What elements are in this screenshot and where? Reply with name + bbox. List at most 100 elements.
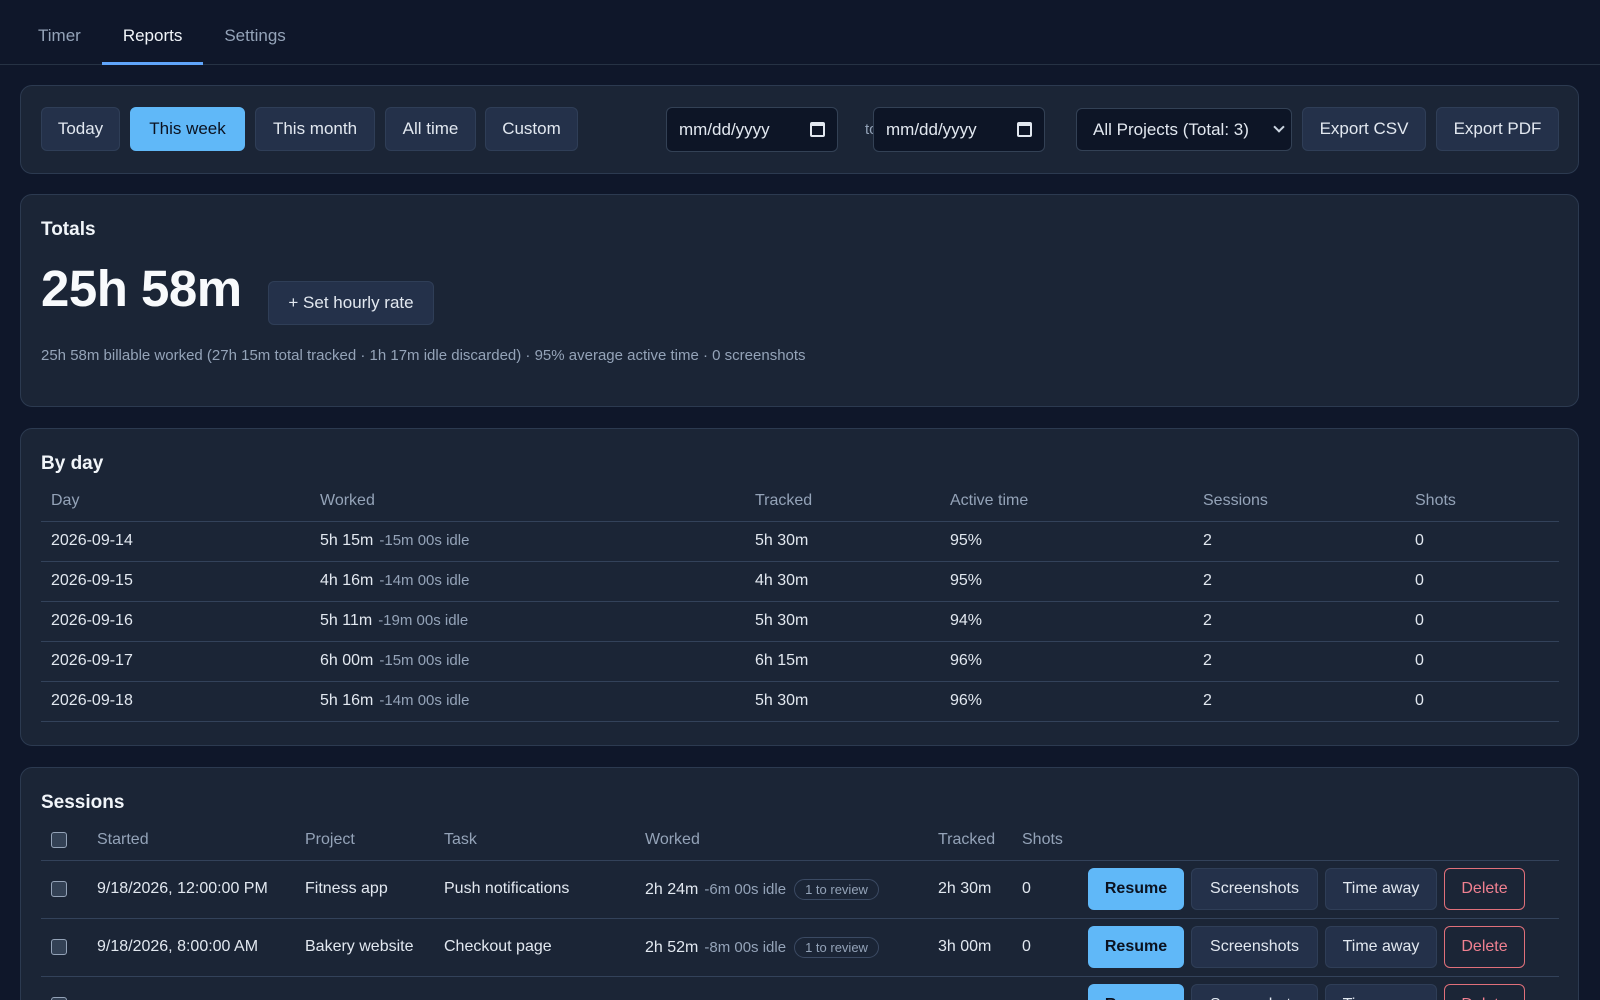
worked-cell: 6h 00m -15m 00s idle — [310, 641, 745, 682]
tab-timer[interactable]: Timer — [17, 21, 102, 65]
idle-value: -15m 00s idle — [379, 532, 470, 549]
actions-cell: ResumeScreenshotsTime awayDelete — [1078, 918, 1559, 977]
row-checkbox[interactable] — [51, 938, 67, 955]
shots-cell: 0 — [1405, 681, 1559, 722]
tracked-cell: 5h 30m — [745, 681, 940, 722]
project-select-value: All Projects (Total: 3) — [1093, 119, 1249, 139]
table-row: 2026-09-15 4h 16m -14m 00s idle 4h 30m 95… — [41, 561, 1559, 602]
column-header-tracked[interactable]: Tracked — [928, 820, 1012, 861]
total-time: 25h 58m — [41, 260, 242, 317]
column-header-active-time[interactable]: Active time — [940, 481, 1193, 522]
review-badge[interactable]: 1 to review — [794, 936, 879, 958]
range-this-week-button[interactable]: This week — [130, 107, 245, 151]
sessions-cell: 2 — [1193, 521, 1405, 562]
totals-summary: 25h 58m billable worked (27h 15m total t… — [41, 347, 806, 364]
filter-bar: Today This week This month All time Cust… — [20, 85, 1579, 174]
screenshots-button[interactable]: Screenshots — [1191, 868, 1318, 910]
sessions-cell: 2 — [1193, 641, 1405, 682]
table-row: 2026-09-14 5h 15m -15m 00s idle 5h 30m 95… — [41, 521, 1559, 562]
range-all-time-button[interactable]: All time — [385, 107, 476, 151]
worked-cell: 5h 16m -14m 00s idle — [310, 681, 745, 722]
project-select[interactable]: All Projects (Total: 3) — [1076, 108, 1292, 151]
column-header-task[interactable]: Task — [434, 820, 635, 861]
by-day-card: By day Day Worked Tracked Active time Se… — [20, 428, 1579, 746]
tracked-cell: 5h 30m — [745, 521, 940, 562]
idle-value: -8m 00s idle — [704, 938, 787, 956]
screenshots-button[interactable]: Screenshots — [1191, 926, 1318, 968]
export-pdf-button[interactable]: Export PDF — [1436, 107, 1559, 151]
tracked-cell: 5h 30m — [745, 601, 940, 642]
time-away-button[interactable]: Time away — [1325, 868, 1437, 910]
sessions-cell: 2 — [1193, 681, 1405, 722]
time-away-button[interactable]: Time away — [1325, 984, 1437, 1000]
top-nav: Timer Reports Settings — [0, 0, 1600, 65]
select-all-checkbox[interactable] — [51, 831, 67, 848]
day-cell: 2026-09-15 — [41, 561, 310, 602]
totals-card: Totals 25h 58m + Set hourly rate 25h 58m… — [20, 194, 1579, 407]
shots-cell: 0 — [1012, 860, 1078, 919]
active-time-cell: 95% — [940, 561, 1193, 602]
delete-button[interactable]: Delete — [1444, 868, 1525, 910]
shots-cell: 0 — [1012, 918, 1078, 977]
tracked-cell: 2h 30m — [928, 860, 1012, 919]
table-row-partial: Resume Screenshots Time away Delete — [41, 976, 1559, 1000]
actions-cell: ResumeScreenshotsTime awayDelete — [1078, 860, 1559, 919]
worked-value: 2h 52m — [645, 938, 699, 956]
tab-reports[interactable]: Reports — [101, 21, 204, 65]
totals-title: Totals — [41, 219, 96, 240]
table-row: 2026-09-17 6h 00m -15m 00s idle 6h 15m 96… — [41, 641, 1559, 682]
column-header-project[interactable]: Project — [295, 820, 434, 861]
calendar-icon[interactable] — [1017, 122, 1032, 137]
by-day-title: By day — [41, 453, 104, 474]
worked-value: 6h 00m — [320, 652, 374, 669]
to-date-input[interactable]: mm/dd/yyyy — [873, 107, 1045, 152]
select-all-cell — [41, 820, 87, 861]
active-time-cell: 96% — [940, 681, 1193, 722]
table-row: 9/18/2026, 8:00:00 AM Bakery website Che… — [41, 918, 1559, 977]
column-header-day[interactable]: Day — [41, 481, 310, 522]
delete-button[interactable]: Delete — [1444, 926, 1525, 968]
tracked-cell: 6h 15m — [745, 641, 940, 682]
to-date-placeholder: mm/dd/yyyy — [886, 119, 977, 139]
column-header-started[interactable]: Started — [87, 820, 295, 861]
project-cell — [295, 976, 434, 1000]
delete-button[interactable]: Delete — [1444, 984, 1525, 1000]
tracked-cell: 3h 00m — [928, 918, 1012, 977]
worked-value: 4h 16m — [320, 572, 374, 589]
resume-button[interactable]: Resume — [1088, 868, 1184, 910]
active-time-cell: 94% — [940, 601, 1193, 642]
shots-cell — [1012, 976, 1078, 1000]
tracked-cell — [928, 976, 1012, 1000]
set-hourly-rate-button[interactable]: + Set hourly rate — [268, 281, 434, 325]
export-csv-button[interactable]: Export CSV — [1302, 107, 1426, 151]
calendar-icon[interactable] — [810, 122, 825, 137]
column-header-worked[interactable]: Worked — [310, 481, 745, 522]
idle-value: -14m 00s idle — [379, 692, 470, 709]
range-custom-button[interactable]: Custom — [485, 107, 578, 151]
screenshots-button[interactable]: Screenshots — [1191, 984, 1318, 1000]
active-time-cell: 95% — [940, 521, 1193, 562]
column-header-actions — [1078, 820, 1559, 861]
row-checkbox[interactable] — [51, 880, 67, 897]
project-cell: Fitness app — [295, 860, 434, 919]
from-date-input[interactable]: mm/dd/yyyy — [666, 107, 838, 152]
worked-cell: 4h 16m -14m 00s idle — [310, 561, 745, 602]
review-badge[interactable]: 1 to review — [794, 878, 879, 900]
resume-button[interactable]: Resume — [1088, 926, 1184, 968]
tracked-cell: 4h 30m — [745, 561, 940, 602]
column-header-shots[interactable]: Shots — [1405, 481, 1559, 522]
shots-cell: 0 — [1405, 561, 1559, 602]
tab-settings[interactable]: Settings — [203, 21, 306, 65]
time-away-button[interactable]: Time away — [1325, 926, 1437, 968]
resume-button[interactable]: Resume — [1088, 984, 1184, 1000]
range-this-month-button[interactable]: This month — [255, 107, 375, 151]
column-header-tracked[interactable]: Tracked — [745, 481, 940, 522]
range-today-button[interactable]: Today — [41, 107, 120, 151]
column-header-shots[interactable]: Shots — [1012, 820, 1078, 861]
actions-cell: Resume Screenshots Time away Delete — [1078, 976, 1559, 1000]
started-cell — [87, 976, 295, 1000]
table-row: 2026-09-18 5h 16m -14m 00s idle 5h 30m 96… — [41, 681, 1559, 722]
column-header-sessions[interactable]: Sessions — [1193, 481, 1405, 522]
sessions-card: Sessions Started Project Task Worked Tra… — [20, 767, 1579, 1000]
column-header-worked[interactable]: Worked — [635, 820, 928, 861]
